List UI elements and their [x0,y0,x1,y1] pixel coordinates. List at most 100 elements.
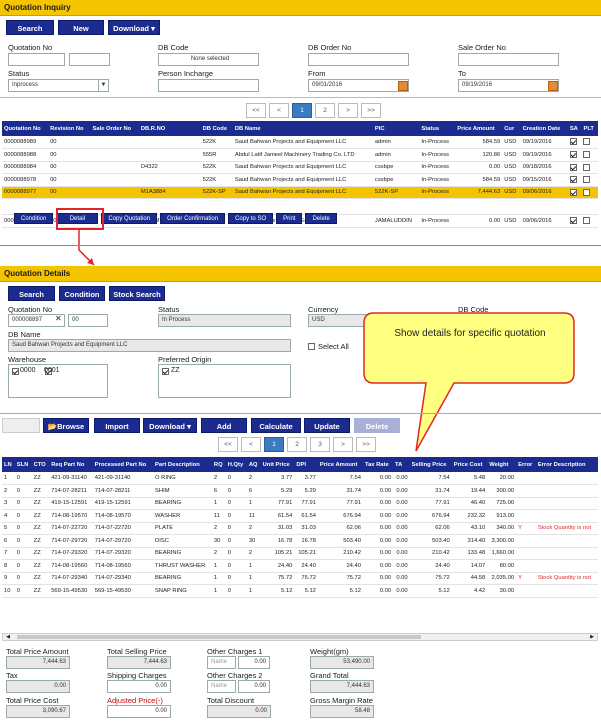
sa-checkbox[interactable] [569,217,577,225]
other-charges-2-name-input[interactable]: Name [207,680,236,693]
pager-page-3[interactable]: 3 [310,437,330,452]
pager-next[interactable]: > [333,437,353,452]
download-button[interactable]: Download ▾ [108,20,160,35]
file-name-field[interactable] [2,418,40,433]
other-charges-2-input[interactable]: 0.00 [238,680,270,693]
grid-row[interactable]: 3 0 ZZ 419-15-12591 419-15-12591 BEARING 1 0 1 77… [2,497,598,510]
pager-page-1[interactable]: 1 [292,103,312,118]
grid-col-header[interactable]: RQ [211,457,226,472]
db-code-select[interactable]: None selected [158,53,259,66]
scrollbar-thumb[interactable] [17,635,421,639]
horizontal-scrollbar[interactable]: ◀ ▶ [2,633,598,641]
search-button[interactable]: Search [6,20,54,35]
plt-checkbox[interactable] [583,138,591,146]
order-confirmation-menu-item[interactable]: Order Confirmation [160,213,226,224]
grid-col-header[interactable]: Error Description [535,457,598,472]
table-row[interactable]: 0000088978 00 522K Saud Bahwan Projects and… [2,173,598,187]
table-row[interactable]: 0000088988 00 555R Abdul Latif Jameel Machi… [2,148,598,162]
col-db-r-no[interactable]: DB.R.NO [138,121,201,136]
pager-prev[interactable]: < [241,437,261,452]
grid-col-header[interactable]: H.Qty [225,457,247,472]
pager-last[interactable]: >> [361,103,381,118]
details-revision-input[interactable]: 00 [68,314,108,327]
quotation-no-to-input[interactable] [69,53,110,66]
col-quotation-no[interactable]: Quotation No [2,121,49,136]
quotation-no-from-input[interactable] [8,53,65,66]
person-incharge-input[interactable] [158,79,259,92]
table-row[interactable]: 0000088989 00 522K Saud Bahwan Projects and… [2,136,598,149]
table-row[interactable]: 0000088984 00 D4322 522K Saud Bahwan Project… [2,161,598,174]
plt-checkbox[interactable] [583,163,591,171]
col-creation-date[interactable]: Creation Date [520,121,568,136]
pager-first[interactable]: << [218,437,238,452]
scroll-right-icon[interactable]: ▶ [587,634,597,640]
pager-page-2[interactable]: 2 [287,437,307,452]
col-revision-no[interactable]: Revision No [48,121,91,136]
grid-row[interactable]: 10 0 ZZ 569-15-49530 569-15-49530 SNAP RING 1 0… [2,584,598,598]
condition-menu-item[interactable]: Condition [14,213,54,224]
sa-checkbox[interactable] [569,188,577,196]
grid-row[interactable]: 9 0 ZZ 714-07-29340 714-07-29340 BEARING 1 0 1 75… [2,572,598,585]
pager-first[interactable]: << [246,103,266,118]
table-row[interactable]: 0000088977 00 M1A3884 522K-SP Saud Bahwan Pr… [2,186,598,199]
col-db-code[interactable]: DB Code [200,121,233,136]
grid-col-header[interactable]: AQ [246,457,261,472]
details-download-button[interactable]: Download ▾ [143,418,197,433]
grid-col-header[interactable]: Tax Rate [362,457,394,472]
grid-col-header[interactable]: Processed Part No [92,457,154,472]
plt-checkbox[interactable] [583,151,591,159]
new-button[interactable]: New [58,20,104,35]
stock-search-button[interactable]: Stock Search [109,286,165,301]
sale-order-no-input[interactable] [458,53,559,66]
grid-col-header[interactable]: Part Description [153,457,212,472]
pager-page-1[interactable]: 1 [264,437,284,452]
grid-row[interactable]: 1 0 ZZ 421-09-31140 421-09-31140 O RING 2 0 2 3.7… [2,472,598,485]
calculate-button[interactable]: Calculate [251,418,301,433]
col-sa[interactable]: SA [567,121,582,136]
plt-checkbox[interactable] [583,217,591,225]
grid-col-header[interactable]: Price Cost [451,457,488,472]
origin-checkbox[interactable] [162,368,169,375]
warehouse-checkbox[interactable] [12,368,19,375]
scroll-left-icon[interactable]: ◀ [3,634,13,640]
import-button[interactable]: Import [94,418,140,433]
update-button[interactable]: Update [304,418,350,433]
status-select[interactable]: Inprocess ▼ [8,79,109,92]
copy-quotation-menu-item[interactable]: Copy Quotation [101,213,158,224]
grid-row[interactable]: 6 0 ZZ 714-07-29720 714-07-29720 DISC 30 0 30 16.… [2,534,598,548]
details-search-button[interactable]: Search [8,286,55,301]
pager-last[interactable]: >> [356,437,376,452]
other-charges-1-name-input[interactable]: Name [207,656,236,669]
col-sale-order-no[interactable]: Sale Order No [90,121,139,136]
grid-col-header[interactable]: Weight [487,457,517,472]
from-date-input[interactable]: 09/01/2016 [308,79,409,92]
grid-col-header[interactable]: DPI [294,457,318,472]
clear-icon[interactable]: ✕ [55,314,62,323]
grid-col-header[interactable]: Req Part No [49,457,93,472]
select-all-checkbox[interactable] [308,343,315,350]
grid-col-header[interactable]: Selling Price [409,457,452,472]
plt-checkbox[interactable] [583,176,591,184]
grid-col-header[interactable]: LN [2,457,15,472]
delete-menu-item[interactable]: Delete [305,213,337,224]
col-status[interactable]: Status [419,121,456,136]
add-button[interactable]: Add [201,418,247,433]
grid-col-header[interactable]: TA [393,457,410,472]
grid-col-header[interactable]: Error [516,457,536,472]
adjusted-price-input[interactable]: 0.00 [107,705,171,718]
origin-list[interactable]: ZZ [158,364,291,398]
col-price-amount[interactable]: Price Amount [455,121,503,136]
details-condition-button[interactable]: Condition [59,286,105,301]
grid-row[interactable]: 2 0 ZZ 714-07-28211 714-07-28211 SHIM 6 0 6 5.29 5… [2,484,598,498]
col-db-name[interactable]: DB Name [232,121,373,136]
calendar-icon[interactable] [398,81,408,91]
sa-checkbox[interactable] [569,138,577,146]
pager-prev[interactable]: < [269,103,289,118]
sa-checkbox[interactable] [569,163,577,171]
grid-row[interactable]: 7 0 ZZ 714-07-29320 714-07-29320 BEARING 2 0 2 10… [2,547,598,560]
browse-button[interactable]: 📂Browse [43,418,89,433]
delete-button[interactable]: Delete [354,418,400,433]
pager-page-2[interactable]: 2 [315,103,335,118]
grid-row[interactable]: 4 0 ZZ 714-08-19570 714-08-19570 WASHER 11 0 11 6… [2,509,598,523]
calendar-icon[interactable] [548,81,558,91]
